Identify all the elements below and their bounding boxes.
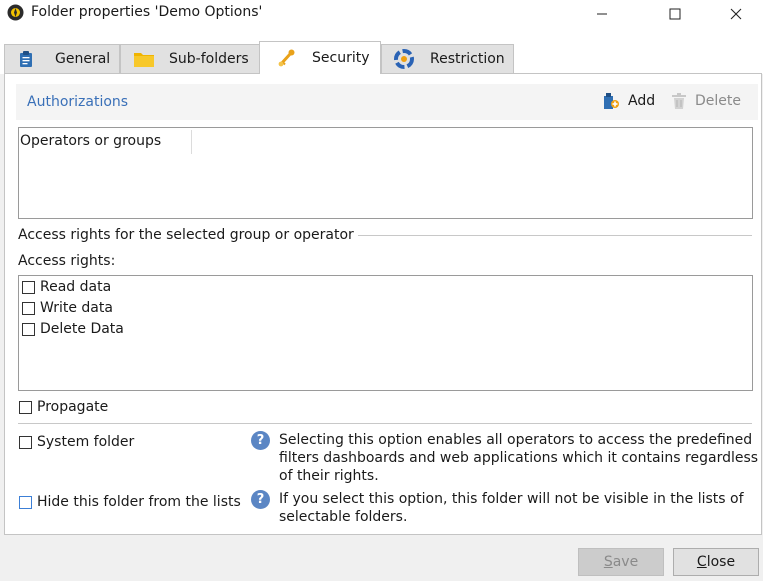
save-button[interactable]: Save [578,548,664,576]
tab-restriction[interactable]: Restriction [381,44,514,73]
maximize-icon [669,8,681,19]
access-group-label: Access rights for the selected group or … [18,227,358,243]
tab-sub-folders[interactable]: Sub-folders [120,44,260,73]
operators-list[interactable]: Operators or groups [18,127,753,219]
propagate-checkbox[interactable] [19,400,32,414]
hide-folder-option[interactable]: Hide this folder from the lists [19,492,241,512]
operators-column-header[interactable]: Operators or groups [20,133,161,149]
write-data-label: Write data [40,300,113,316]
help-icon: ? [251,431,270,450]
system-folder-checkbox[interactable] [19,435,32,449]
maximize-button[interactable] [652,0,698,27]
tab-general-label: General [55,51,111,67]
close-icon [730,8,742,19]
tab-security[interactable]: Security [259,41,381,74]
delete-button[interactable]: Delete [671,90,741,112]
save-button-label: Save [603,554,639,570]
key-icon [278,49,295,67]
column-divider [191,130,192,154]
access-rights-list: Read data Write data Delete Data [18,275,753,391]
propagate-option[interactable]: Propagate [19,397,108,417]
right-write-data[interactable]: Write data [22,299,113,317]
tab-general[interactable]: General [4,44,120,73]
right-read-data[interactable]: Read data [22,278,111,296]
read-data-checkbox[interactable] [22,280,35,294]
folder-icon [134,53,154,67]
hide-folder-checkbox[interactable] [19,495,32,509]
authorizations-toolbar: Authorizations Add Delete [16,84,758,120]
add-button-label: Add [628,93,656,109]
system-folder-option[interactable]: System folder [19,432,134,452]
access-rights-label: Access rights: [18,253,116,269]
add-button[interactable]: Add [602,90,655,112]
close-window-button[interactable] [713,0,759,27]
delete-data-label: Delete Data [40,321,124,337]
clipboard-icon [20,51,32,67]
system-folder-label: System folder [37,434,135,450]
help-icon: ? [251,490,270,509]
trash-icon [672,93,686,109]
read-data-label: Read data [40,279,112,295]
options-divider [18,423,752,424]
window-title: Folder properties 'Demo Options' [31,4,263,20]
authorizations-title: Authorizations [27,94,129,110]
hide-folder-help-text: If you select this option, this folder w… [279,491,744,525]
system-folder-help-text: Selecting this option enables all operat… [279,432,759,484]
close-button[interactable]: Close [673,548,759,576]
tab-security-label: Security [312,50,370,66]
minimize-icon [597,13,607,14]
write-data-checkbox[interactable] [22,301,35,315]
minimize-button[interactable] [579,0,625,27]
restriction-icon [394,49,414,69]
hide-folder-label: Hide this folder from the lists [37,494,241,510]
close-button-label: Close [696,554,736,570]
delete-data-checkbox[interactable] [22,322,35,336]
tab-strip: General Sub-folders Security Restriction [0,27,763,74]
title-bar: Folder properties 'Demo Options' [0,0,763,27]
security-panel: Authorizations Add Delete Operators or g… [4,73,762,535]
tab-restriction-label: Restriction [430,51,505,67]
tab-sub-folders-label: Sub-folders [169,51,249,67]
delete-button-label: Delete [695,93,741,109]
add-user-icon [604,93,619,109]
app-icon [7,4,24,21]
right-delete-data[interactable]: Delete Data [22,320,124,338]
propagate-label: Propagate [37,399,109,415]
